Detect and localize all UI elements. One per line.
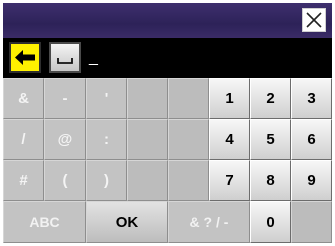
- key-blank: [127, 119, 168, 160]
- key-blank: [291, 201, 332, 243]
- key-close-paren[interactable]: ): [86, 160, 127, 201]
- key-hyphen[interactable]: -: [44, 78, 86, 119]
- key-7[interactable]: 7: [209, 160, 250, 201]
- close-button[interactable]: [302, 8, 326, 32]
- key-open-paren[interactable]: (: [44, 160, 86, 201]
- symbols-mode-button[interactable]: & ? / -: [168, 201, 250, 243]
- title-bar: [3, 3, 332, 38]
- key-2[interactable]: 2: [250, 78, 291, 119]
- key-blank: [168, 160, 209, 201]
- key-ampersand[interactable]: &: [3, 78, 44, 119]
- entry-text-field[interactable]: _: [89, 48, 98, 68]
- key-blank: [168, 119, 209, 160]
- left-arrow-icon: [15, 50, 35, 65]
- key-apostrophe[interactable]: ': [86, 78, 127, 119]
- keypad-grid: & - ' 1 2 3 / @ : 4 5 6 # ( ) 7 8 9 ABC …: [3, 78, 332, 243]
- keyboard-window: _ & - ' 1 2 3 / @ : 4 5 6 # ( ) 7 8 9 AB…: [0, 0, 335, 246]
- key-0[interactable]: 0: [250, 201, 291, 243]
- key-slash[interactable]: /: [3, 119, 44, 160]
- key-3[interactable]: 3: [291, 78, 332, 119]
- close-x-icon: [306, 12, 322, 28]
- key-9[interactable]: 9: [291, 160, 332, 201]
- space-bar-icon: [57, 58, 73, 64]
- key-colon[interactable]: :: [86, 119, 127, 160]
- key-blank: [127, 160, 168, 201]
- ok-button[interactable]: OK: [86, 201, 168, 243]
- abc-mode-button[interactable]: ABC: [3, 201, 86, 243]
- key-blank: [127, 78, 168, 119]
- key-blank: [168, 78, 209, 119]
- key-at[interactable]: @: [44, 119, 86, 160]
- key-6[interactable]: 6: [291, 119, 332, 160]
- space-button[interactable]: [49, 42, 81, 73]
- backspace-button[interactable]: [9, 42, 41, 73]
- key-1[interactable]: 1: [209, 78, 250, 119]
- key-5[interactable]: 5: [250, 119, 291, 160]
- key-8[interactable]: 8: [250, 160, 291, 201]
- entry-row: _: [3, 38, 332, 78]
- key-4[interactable]: 4: [209, 119, 250, 160]
- key-hash[interactable]: #: [3, 160, 44, 201]
